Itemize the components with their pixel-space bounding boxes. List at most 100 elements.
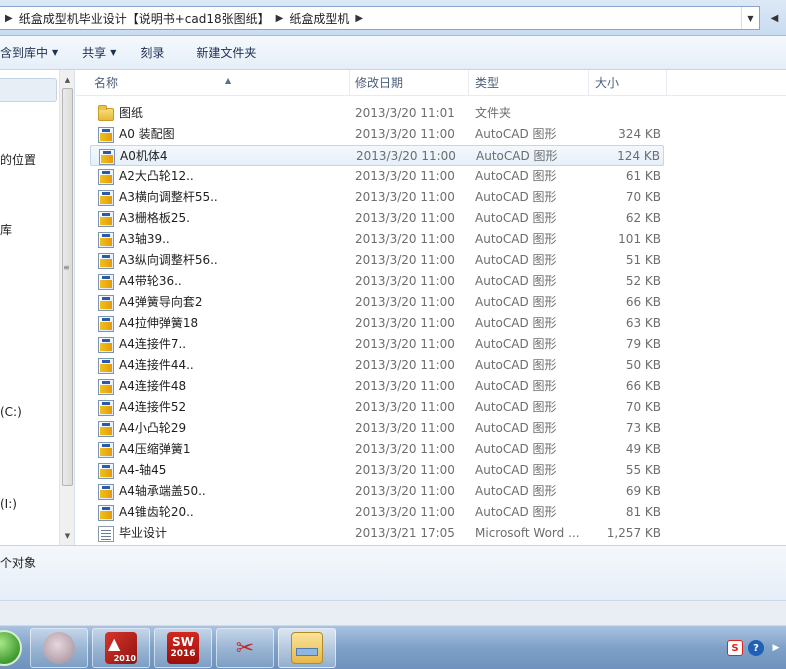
breadcrumb-current[interactable]: 纸盒成型机 [289,10,349,27]
nav-scrollbar[interactable]: ▲ ≡ ▼ [59,70,74,545]
address-history-dropdown-icon[interactable]: ▼ [741,7,759,29]
nav-scrollbar-thumb[interactable] [62,88,73,486]
sogou-ime-icon[interactable]: S [727,640,743,656]
navigation-pane: 的位置 库 (C:) (I:) ▲ ≡ ▼ [0,70,75,545]
file-row[interactable]: A4连接件7.. 2013/3/20 11:00 AutoCAD 图形 79 KB [90,334,664,355]
file-name-cell: A4连接件44.. [98,355,194,376]
address-bar[interactable]: ▶ 纸盒成型机毕业设计【说明书+cad18张图纸】 ▶ 纸盒成型机 ▶ ▼ [0,6,760,30]
file-row[interactable]: A3轴39.. 2013/3/20 11:00 AutoCAD 图形 101 KB [90,229,664,250]
dwg-file-icon [98,294,114,311]
file-list: 名称 ▲ 修改日期 类型 大小 图纸 2013/3/20 11:01 文件夹 A0 装… [76,70,786,545]
file-type: AutoCAD 图形 [475,442,557,456]
file-date: 2013/3/20 11:00 [355,484,455,498]
file-date: 2013/3/20 11:00 [355,190,455,204]
nav-item-locations[interactable]: 的位置 [0,151,36,168]
taskbar-app-autocad[interactable]: ▲ 2010 [92,628,150,668]
command-toolbar: 含到库中 ▼ 共享 ▼ 刻录 新建文件夹 [0,36,786,70]
file-date: 2013/3/20 11:00 [355,316,455,330]
help-icon[interactable]: ? [748,640,764,656]
file-row[interactable]: A3栅格板25. 2013/3/20 11:00 AutoCAD 图形 62 KB [90,208,664,229]
file-name-cell: A0机体4 [99,146,167,167]
file-type: AutoCAD 图形 [475,400,557,414]
nav-item-drive-i[interactable]: (I:) [0,497,17,511]
file-row[interactable]: 毕业设计 2013/3/21 17:05 Microsoft Word ... 1,2… [90,523,664,544]
share-button[interactable]: 共享 ▼ [74,44,124,61]
column-header-date[interactable]: 修改日期 [349,70,469,96]
breadcrumb-separator-icon[interactable]: ▶ [0,13,19,24]
breadcrumb-parent[interactable]: 纸盒成型机毕业设计【说明书+cad18张图纸】 [19,10,270,27]
file-row[interactable]: A0机体4 2013/3/20 11:00 AutoCAD 图形 124 KB [90,145,664,166]
file-row[interactable]: 图纸 2013/3/20 11:01 文件夹 [90,103,664,124]
taskbar-app-explorer[interactable] [278,628,336,668]
file-row[interactable]: A4连接件48 2013/3/20 11:00 AutoCAD 图形 66 KB [90,376,664,397]
file-row[interactable]: A4压缩弹簧1 2013/3/20 11:00 AutoCAD 图形 49 KB [90,439,664,460]
file-row[interactable]: A4-轴45 2013/3/20 11:00 AutoCAD 图形 55 KB [90,460,664,481]
file-row[interactable]: A3纵向调整杆56.. 2013/3/20 11:00 AutoCAD 图形 51 K… [90,250,664,271]
nav-item-drive-c[interactable]: (C:) [0,405,22,419]
include-in-library-button[interactable]: 含到库中 ▼ [0,44,66,61]
file-name-cell: A4连接件52 [98,397,186,418]
file-type: AutoCAD 图形 [475,505,557,519]
column-header-row: 名称 ▲ 修改日期 类型 大小 [76,70,786,96]
file-date: 2013/3/20 11:00 [355,421,455,435]
file-size: 69 KB [625,484,661,498]
file-row[interactable]: A4小凸轮29 2013/3/20 11:00 AutoCAD 图形 73 KB [90,418,664,439]
taskbar-app-solidworks[interactable]: SW 2016 [154,628,212,668]
file-row[interactable]: A4轴承端盖50.. 2013/3/20 11:00 AutoCAD 图形 69 KB [90,481,664,502]
file-size: 124 KB [617,149,660,163]
file-type: AutoCAD 图形 [475,337,557,351]
file-name: A0 装配图 [119,127,175,141]
refresh-arrow-icon[interactable]: ◀ [763,6,786,30]
file-row[interactable]: A4锥齿轮20.. 2013/3/20 11:00 AutoCAD 图形 81 KB [90,502,664,523]
file-row[interactable]: A4弹簧导向套2 2013/3/20 11:00 AutoCAD 图形 66 KB [90,292,664,313]
file-row[interactable]: A4连接件52 2013/3/20 11:00 AutoCAD 图形 70 KB [90,397,664,418]
taskbar-app-photo[interactable] [30,628,88,668]
file-date: 2013/3/20 11:00 [355,400,455,414]
scroll-down-arrow-icon[interactable]: ▼ [60,528,74,543]
nav-selected-item[interactable] [0,78,57,102]
start-button-icon[interactable] [0,630,22,666]
tray-more-icon[interactable]: ▶ [768,640,784,656]
file-name-cell: A4-轴45 [98,460,166,481]
dwg-file-icon [99,148,115,165]
file-size: 61 KB [625,169,661,183]
file-name: A3纵向调整杆56.. [119,253,218,267]
dwg-file-icon [98,357,114,374]
file-row[interactable]: A3横向调整杆55.. 2013/3/20 11:00 AutoCAD 图形 70 K… [90,187,664,208]
breadcrumb-separator-icon[interactable]: ▶ [349,13,369,24]
column-header-name[interactable]: 名称 ▲ [88,70,350,96]
file-name-cell: A4拉伸弹簧18 [98,313,198,334]
file-date: 2013/3/20 11:00 [355,295,455,309]
window-bottom-edge [0,600,786,625]
file-size: 51 KB [625,253,661,267]
file-date: 2013/3/20 11:00 [355,337,455,351]
column-header-size[interactable]: 大小 [589,70,667,96]
file-type: AutoCAD 图形 [475,274,557,288]
file-row[interactable]: A4拉伸弹簧18 2013/3/20 11:00 AutoCAD 图形 63 KB [90,313,664,334]
file-size: 50 KB [625,358,661,372]
file-row[interactable]: A4连接件44.. 2013/3/20 11:00 AutoCAD 图形 50 KB [90,355,664,376]
file-date: 2013/3/20 11:01 [355,106,455,120]
dwg-file-icon [98,273,114,290]
file-row[interactable]: A4带轮36.. 2013/3/20 11:00 AutoCAD 图形 52 KB [90,271,664,292]
column-header-type[interactable]: 类型 [469,70,589,96]
file-type: AutoCAD 图形 [475,127,557,141]
new-folder-button[interactable]: 新建文件夹 [188,44,264,61]
share-label: 共享 [82,46,107,60]
file-name-cell: A3轴39.. [98,229,170,250]
file-date: 2013/3/20 11:00 [355,463,455,477]
user-photo-icon [43,632,75,664]
dwg-file-icon [98,168,114,185]
file-size: 63 KB [625,316,661,330]
file-name: A4连接件48 [119,379,187,393]
file-name-cell: 毕业设计 [98,523,167,544]
file-row[interactable]: A0 装配图 2013/3/20 11:00 AutoCAD 图形 324 KB [90,124,664,145]
burn-button[interactable]: 刻录 [132,44,172,61]
nav-item-libraries[interactable]: 库 [0,221,12,238]
breadcrumb-separator-icon[interactable]: ▶ [270,13,290,24]
taskbar-app-snipping[interactable]: ✂ [216,628,274,668]
scroll-up-arrow-icon[interactable]: ▲ [60,72,74,87]
file-row[interactable]: A2大凸轮12.. 2013/3/20 11:00 AutoCAD 图形 61 KB [90,166,664,187]
file-date: 2013/3/20 11:00 [355,274,455,288]
explorer-folder-icon [291,632,323,664]
